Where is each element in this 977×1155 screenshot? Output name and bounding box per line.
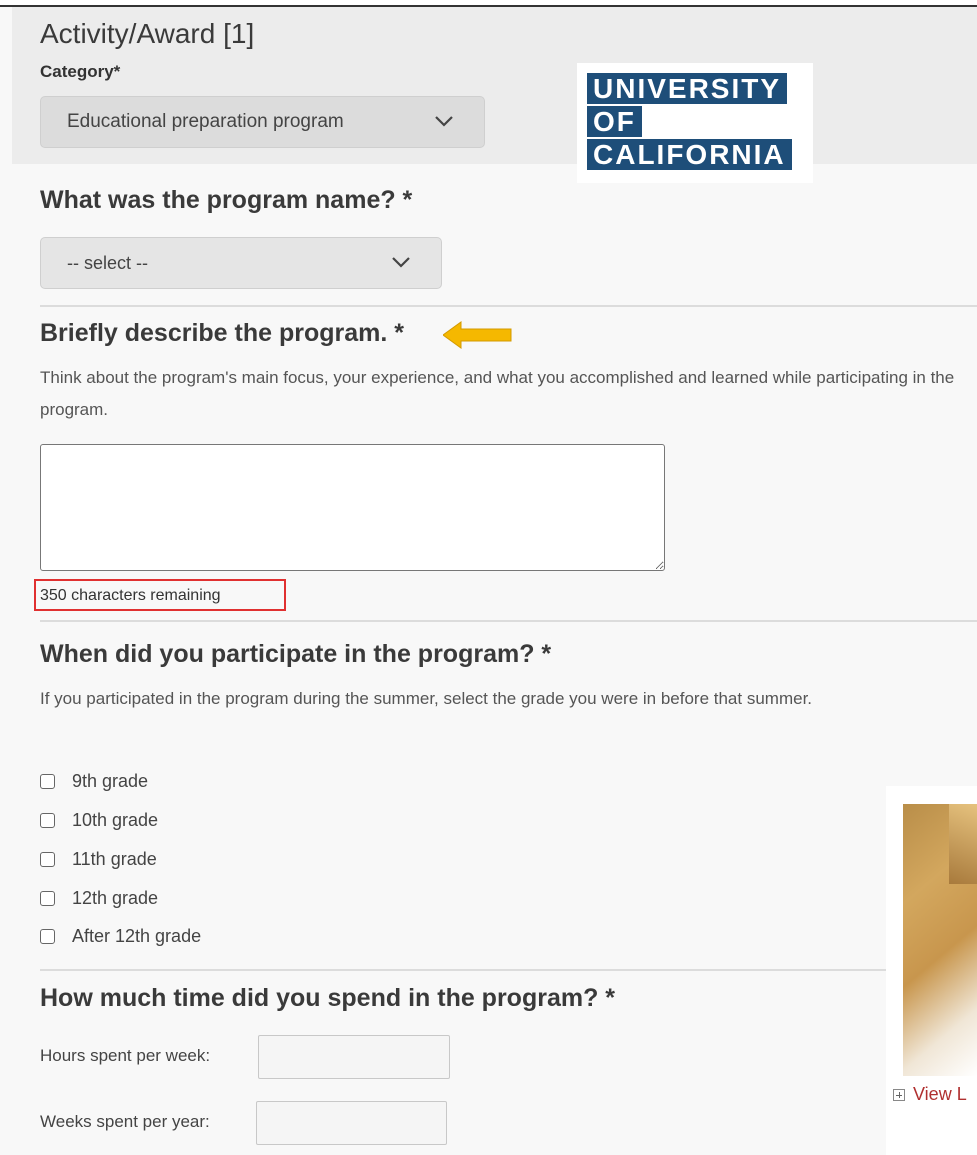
category-select[interactable]: Educational preparation program [40,96,485,148]
program-name-select-value: -- select -- [67,252,148,273]
logo-line-2: OF [587,106,642,137]
checkbox-label: 10th grade [72,810,159,830]
category-select-value: Educational preparation program [67,111,344,132]
program-name-select[interactable]: -- select -- [40,237,442,289]
checkbox-after-12th-grade[interactable]: After 12th grade [40,926,201,947]
checkbox-icon[interactable] [40,813,55,828]
checkbox-label: 12th grade [72,888,159,908]
weeks-per-year-input[interactable] [256,1101,447,1145]
participation-question: When did you participate in the program?… [40,640,552,668]
checkbox-12th-grade[interactable]: 12th grade [40,888,158,909]
describe-question: Briefly describe the program. * [40,319,405,347]
thumbnail-edge [949,804,977,884]
checkbox-icon[interactable] [40,891,55,906]
checkbox-9th-grade[interactable]: 9th grade [40,771,148,792]
program-description-textarea[interactable] [40,444,665,571]
participation-help-text: If you participated in the program durin… [40,689,813,708]
checkbox-10th-grade[interactable]: 10th grade [40,810,158,831]
logo-line-3: CALIFORNIA [587,139,792,170]
checkbox-icon[interactable] [40,774,55,789]
logo-line-1: UNIVERSITY [587,73,788,104]
checkbox-label: 11th grade [72,849,157,869]
program-name-question: What was the program name? * [40,186,413,214]
top-rule [0,0,977,7]
chevron-down-icon [435,116,453,127]
view-link[interactable]: View L [893,1084,967,1105]
divider [40,969,886,971]
checkbox-icon[interactable] [40,929,55,944]
checkbox-11th-grade[interactable]: 11th grade [40,849,157,870]
divider [40,620,977,622]
plus-box-icon [893,1088,905,1101]
chevron-down-icon [392,257,410,268]
arrow-left-icon [443,321,512,349]
divider [40,305,977,307]
checkbox-label: After 12th grade [72,926,202,946]
hours-per-week-input[interactable] [258,1035,450,1079]
checkbox-icon[interactable] [40,852,55,867]
category-label: Category* [40,62,121,81]
thumbnail-image[interactable] [903,804,977,1076]
time-spent-question: How much time did you spend in the progr… [40,984,616,1012]
hours-per-week-label: Hours spent per week: [40,1046,211,1065]
section-title: Activity/Award [1] [40,18,255,49]
characters-remaining-counter: 350 characters remaining [34,579,286,611]
view-link-label: View L [913,1084,967,1104]
weeks-per-year-label: Weeks spent per year: [40,1112,210,1131]
describe-help-text: Think about the program's main focus, yo… [40,368,955,419]
checkbox-label: 9th grade [72,771,149,791]
university-of-california-logo: UNIVERSITY OF CALIFORNIA [577,63,813,183]
